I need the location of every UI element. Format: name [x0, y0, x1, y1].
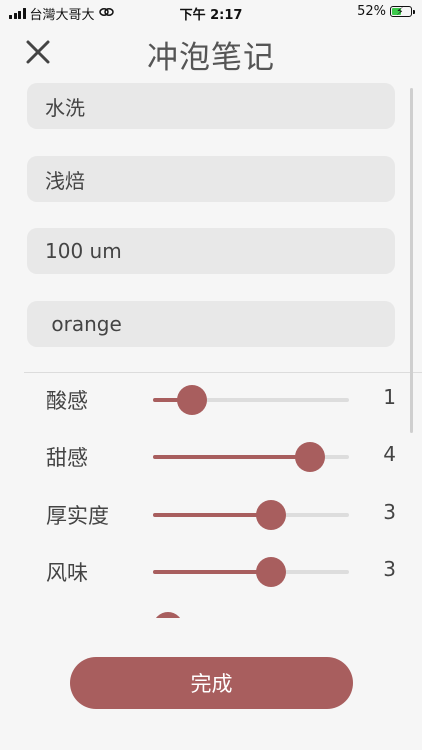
- rating-label: 风味: [46, 561, 88, 585]
- body-slider[interactable]: [153, 500, 349, 530]
- rating-value: 1: [383, 385, 396, 409]
- slider-thumb[interactable]: [255, 557, 286, 587]
- done-button[interactable]: 完成: [70, 657, 353, 709]
- rating-label: 甜感: [46, 446, 88, 470]
- slider-thumb[interactable]: [294, 442, 325, 472]
- slider-thumb[interactable]: [255, 500, 286, 530]
- battery-percent: 52%: [357, 4, 386, 19]
- flavor-slider[interactable]: [153, 557, 349, 587]
- rating-row-sweetness: 甜感 4: [0, 436, 422, 476]
- slider-fill: [153, 570, 271, 574]
- divider: [24, 372, 422, 373]
- slider-fill: [153, 455, 310, 459]
- sweetness-slider[interactable]: [153, 442, 349, 472]
- page-title: 冲泡笔记: [147, 40, 275, 76]
- battery-charging-icon: ⚡: [390, 5, 415, 18]
- rating-row-acidity: 酸感 1: [0, 379, 422, 419]
- roast-field[interactable]: [27, 156, 395, 202]
- grind-size-field[interactable]: [27, 228, 395, 274]
- slider-thumb[interactable]: [177, 385, 208, 415]
- header: 冲泡笔记: [0, 28, 422, 78]
- rating-value: 3: [383, 557, 396, 581]
- status-bar: 台灣大哥大 下午 2:17 52% ⚡: [0, 0, 422, 26]
- rating-label: 酸感: [46, 389, 88, 413]
- acidity-slider[interactable]: [153, 385, 349, 415]
- rating-label: 厚实度: [46, 504, 109, 528]
- process-field[interactable]: [27, 83, 395, 129]
- status-right: 52% ⚡: [357, 4, 415, 19]
- rating-row-body: 厚实度 3: [0, 494, 422, 534]
- rating-value: 3: [383, 500, 396, 524]
- slider-thumb-partial[interactable]: [153, 612, 183, 618]
- slider-fill: [153, 513, 271, 517]
- rating-value: 4: [383, 442, 396, 466]
- rating-row-flavor: 风味 3: [0, 551, 422, 591]
- flavor-note-field[interactable]: [27, 301, 395, 347]
- form-scroll-area[interactable]: 酸感 1 甜感 4 厚实度 3 风味 3: [0, 78, 422, 618]
